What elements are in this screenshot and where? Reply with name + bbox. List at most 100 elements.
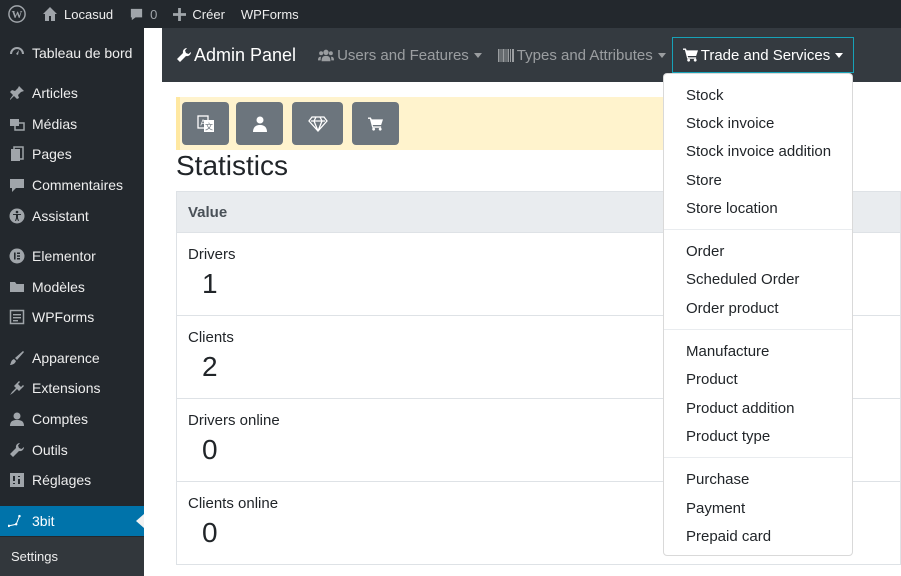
sidebar-item-wpforms[interactable]: WPForms xyxy=(0,302,144,332)
site-name-link[interactable]: Locasud xyxy=(34,0,121,28)
form-icon xyxy=(8,308,26,326)
dropdown-divider xyxy=(664,229,852,230)
sidebar-item-label: Comptes xyxy=(32,411,89,427)
sidebar-item-3bit[interactable]: 3bit xyxy=(0,506,144,536)
wrench-icon xyxy=(177,47,192,62)
sidebar-item-label: Tableau de bord xyxy=(32,45,133,61)
sidebar-item-label: Assistant xyxy=(32,208,89,224)
sidebar-submenu-settings[interactable]: Settings xyxy=(0,537,144,576)
dropdown-item-order-product[interactable]: Order product xyxy=(686,300,779,317)
diamond-icon xyxy=(307,115,328,132)
row-value: 1 xyxy=(202,268,218,299)
header-value: Value xyxy=(188,203,228,221)
dashboard-icon xyxy=(8,44,26,62)
sidebar-item-templates[interactable]: Modèles xyxy=(0,272,144,302)
user-icon xyxy=(8,410,26,428)
folder-icon xyxy=(8,278,26,296)
dropdown-item-stock-invoice-addition[interactable]: Stock invoice addition xyxy=(686,143,831,160)
pin-icon xyxy=(8,84,26,102)
dropdown-item-manufacture[interactable]: Manufacture xyxy=(686,343,769,360)
sidebar-item-tools[interactable]: Outils xyxy=(0,435,144,465)
brand-label: Admin Panel xyxy=(194,44,297,65)
comment-icon xyxy=(131,8,143,20)
new-label: Créer xyxy=(192,6,225,22)
svg-text:文: 文 xyxy=(205,121,213,131)
sidebar-submenu-label: Settings xyxy=(11,549,58,564)
dropdown-item-purchase[interactable]: Purchase xyxy=(686,471,749,488)
users-button[interactable] xyxy=(236,102,283,145)
sidebar-item-label: Apparence xyxy=(32,350,100,366)
sidebar-item-media[interactable]: Médias xyxy=(0,109,144,139)
dropdown-item-product[interactable]: Product xyxy=(686,371,738,388)
row-value: 2 xyxy=(202,351,218,382)
dropdown-item-stock[interactable]: Stock xyxy=(686,87,724,104)
nav-link-label: Types and Attributes xyxy=(516,46,653,64)
sidebar-item-appearance[interactable]: Apparence xyxy=(0,343,144,373)
media-icon xyxy=(8,115,26,133)
row-label: Drivers xyxy=(188,246,236,263)
svg-text:W: W xyxy=(12,9,23,21)
sidebar-item-label: Modèles xyxy=(32,279,85,295)
sidebar-item-users[interactable]: Comptes xyxy=(0,404,144,434)
comments-link[interactable]: 0 xyxy=(121,0,165,28)
wp-logo-button[interactable]: W xyxy=(0,0,34,28)
dropdown-item-payment[interactable]: Payment xyxy=(686,500,745,517)
new-content-link[interactable]: Créer xyxy=(165,0,233,28)
sidebar-item-elementor[interactable]: Elementor xyxy=(0,241,144,271)
wordpress-icon: W xyxy=(8,5,26,23)
nav-types-attributes[interactable]: Types and Attributes xyxy=(497,37,666,73)
sidebar-item-comments[interactable]: Commentaires xyxy=(0,170,144,200)
page-title: Statistics xyxy=(176,150,289,181)
sidebar-item-label: Pages xyxy=(32,146,72,162)
dropdown-item-order[interactable]: Order xyxy=(686,243,724,260)
admin-sidebar: Tableau de bord Articles Médias Pages Co… xyxy=(0,28,144,576)
row-value: 0 xyxy=(202,434,218,465)
wrench-icon xyxy=(8,441,26,459)
dropdown-item-store-location[interactable]: Store location xyxy=(686,200,778,217)
sidebar-item-label: WPForms xyxy=(32,309,95,325)
sidebar-item-pages[interactable]: Pages xyxy=(0,139,144,169)
wp-admin-bar: W Locasud 0 Créer WPForms xyxy=(0,0,901,28)
sidebar-item-settings[interactable]: Réglages xyxy=(0,465,144,495)
sidebar-item-articles[interactable]: Articles xyxy=(0,78,144,108)
dropdown-item-product-type[interactable]: Product type xyxy=(686,428,770,445)
graph-icon xyxy=(8,512,26,530)
nav-users-features[interactable]: Users and Features xyxy=(318,37,482,73)
accessibility-icon xyxy=(8,207,26,225)
cart-icon xyxy=(682,48,698,62)
sidebar-item-dashboard[interactable]: Tableau de bord xyxy=(0,38,144,68)
active-indicator xyxy=(136,514,144,528)
barcode-icon xyxy=(497,48,514,62)
sidebar-item-assistant[interactable]: Assistant xyxy=(0,201,144,231)
row-value: 0 xyxy=(202,517,218,548)
dropdown-item-stock-invoice[interactable]: Stock invoice xyxy=(686,115,774,132)
translate-icon: A文 xyxy=(196,114,214,132)
chevron-down-icon xyxy=(473,52,482,58)
dropdown-item-prepaid-card[interactable]: Prepaid card xyxy=(686,528,771,545)
navbar-brand[interactable]: Admin Panel xyxy=(176,45,296,66)
brush-icon xyxy=(8,349,26,367)
plugin-icon xyxy=(8,379,26,397)
users-icon xyxy=(318,49,335,62)
sidebar-item-label: 3bit xyxy=(32,513,55,529)
cart-button[interactable] xyxy=(352,102,399,145)
sidebar-item-plugins[interactable]: Extensions xyxy=(0,373,144,403)
dropdown-divider xyxy=(664,457,852,458)
sidebar-item-label: Réglages xyxy=(32,472,92,488)
dropdown-item-product-addition[interactable]: Product addition xyxy=(686,400,794,417)
translate-button[interactable]: A文 xyxy=(182,102,229,145)
chevron-down-icon xyxy=(657,52,666,58)
dropdown-item-store[interactable]: Store xyxy=(686,172,722,189)
user-icon xyxy=(252,116,267,132)
row-label: Clients xyxy=(188,329,234,346)
home-icon xyxy=(43,7,57,21)
nav-link-label: Users and Features xyxy=(337,46,469,64)
sidebar-item-label: Articles xyxy=(32,85,78,101)
wpforms-link[interactable]: WPForms xyxy=(233,0,307,28)
sidebar-item-label: Outils xyxy=(32,442,68,458)
dropdown-item-scheduled-order[interactable]: Scheduled Order xyxy=(686,271,799,288)
nav-link-label: Trade and Services xyxy=(700,46,831,64)
diamond-button[interactable] xyxy=(292,102,343,145)
plus-icon xyxy=(173,7,187,21)
nav-trade-services[interactable]: Trade and Services xyxy=(671,37,855,73)
